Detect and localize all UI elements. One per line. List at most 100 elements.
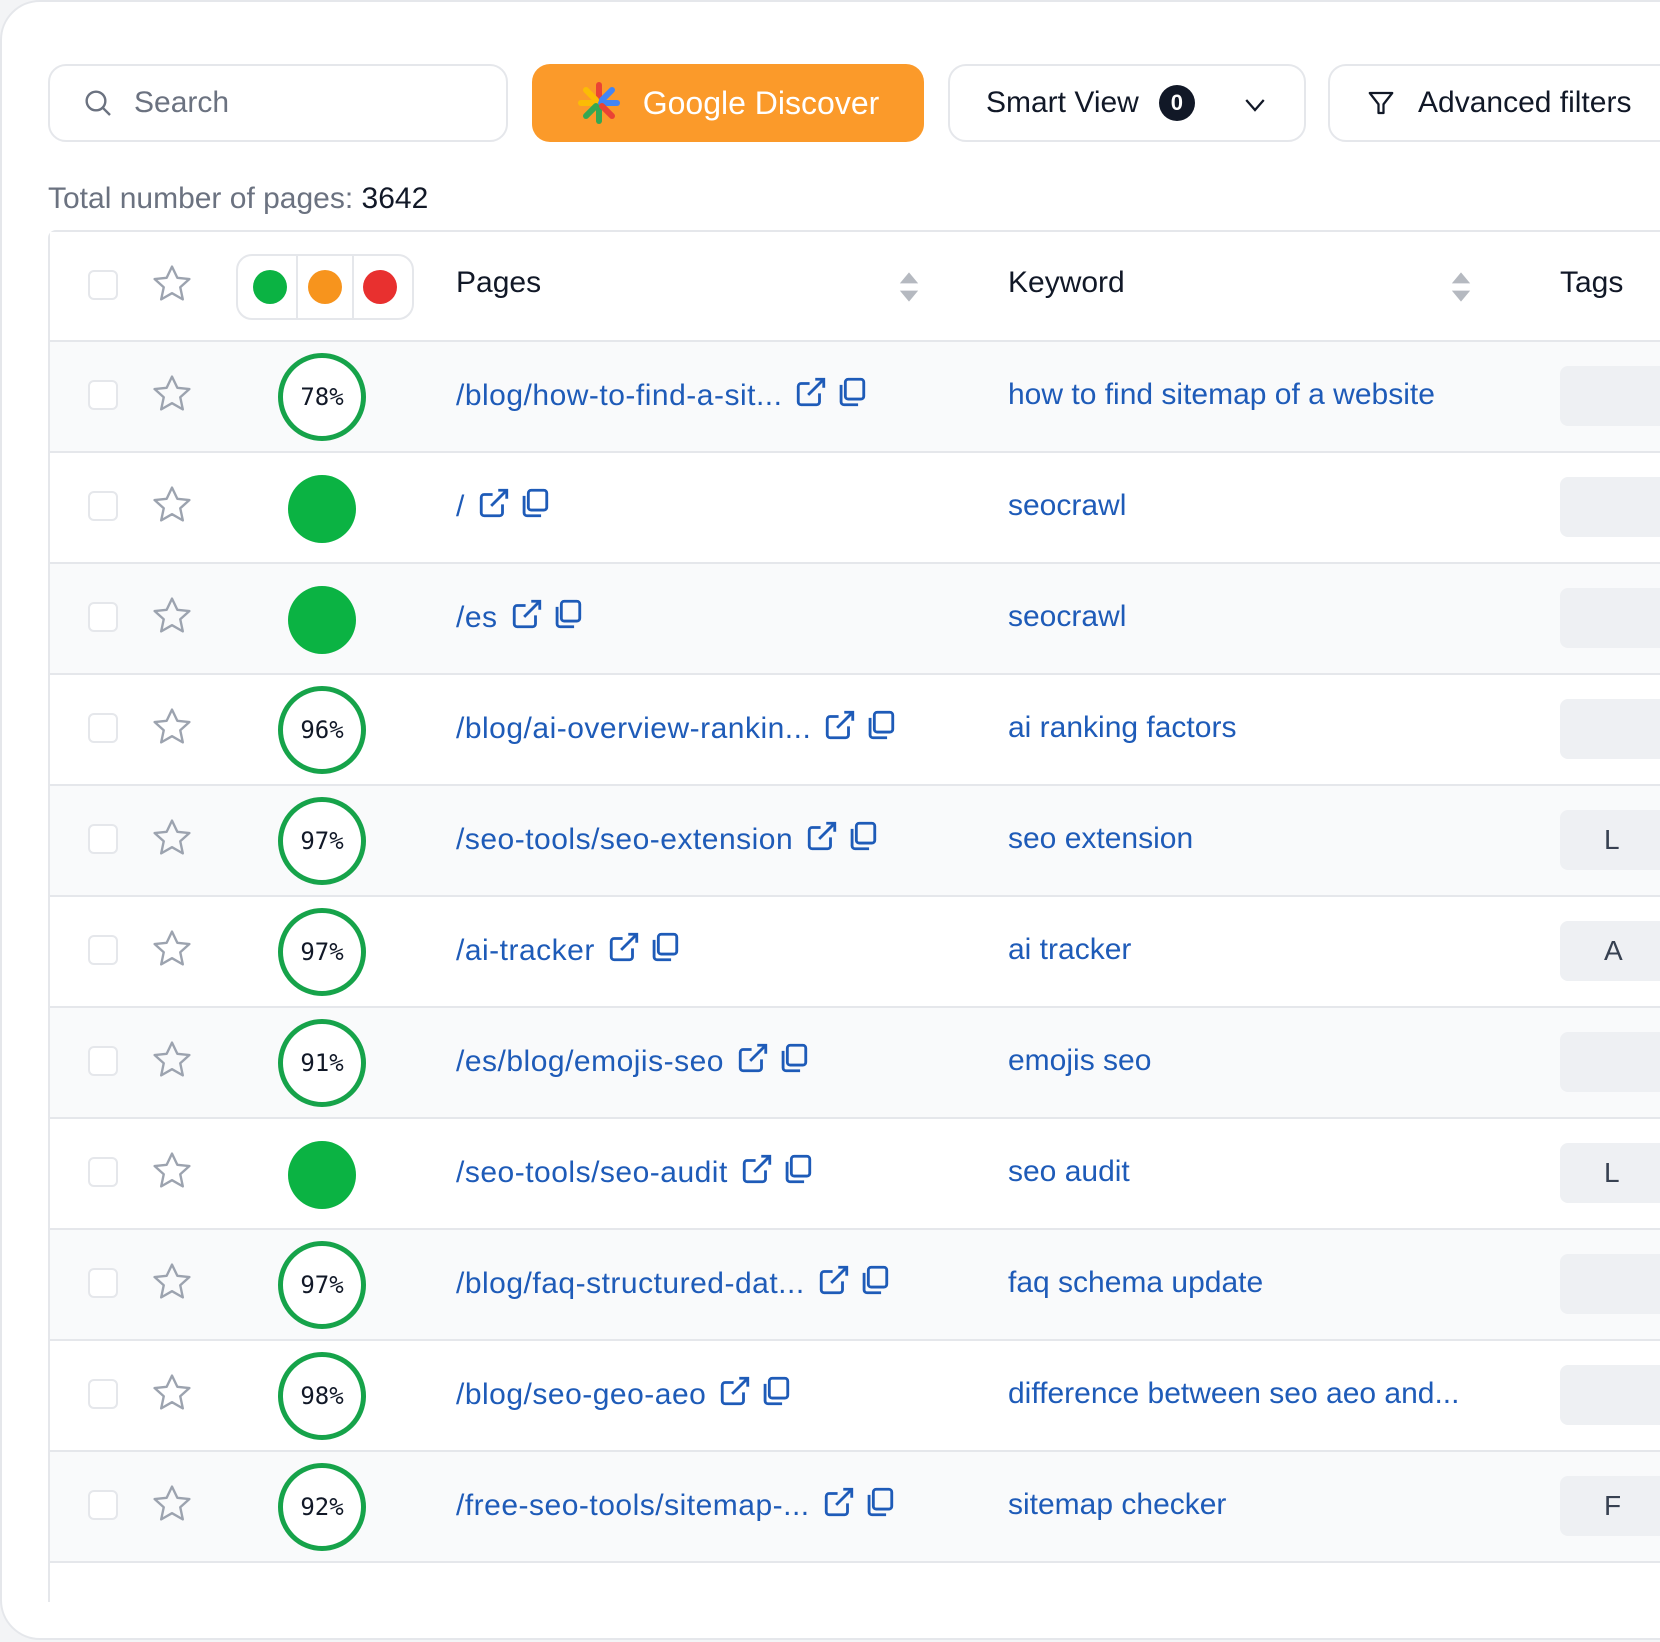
page-link[interactable]: / [456, 490, 465, 524]
page-link[interactable]: /ai-tracker [456, 934, 595, 968]
row-checkbox[interactable] [88, 1046, 118, 1076]
page-link[interactable]: /seo-tools/seo-extension [456, 823, 793, 857]
copy-icon[interactable] [857, 708, 897, 750]
row-checkbox[interactable] [88, 1379, 118, 1409]
copy-icon[interactable] [839, 819, 879, 861]
page-link[interactable]: /blog/how-to-find-a-sit... [456, 379, 782, 413]
star-icon[interactable] [150, 594, 194, 643]
page-link[interactable]: /blog/ai-overview-rankin... [456, 712, 811, 746]
keyword-link[interactable]: how to find sitemap of a website [1008, 378, 1435, 412]
table-row[interactable]: 97% /seo-tools/seo-extension seo extensi… [50, 786, 1660, 897]
page-link[interactable]: /es/blog/emojis-seo [456, 1045, 724, 1079]
sort-icon[interactable] [1450, 270, 1472, 304]
table-row[interactable]: 98% /blog/seo-geo-aeo difference between… [50, 1341, 1660, 1452]
copy-icon[interactable] [851, 1263, 891, 1305]
star-icon[interactable] [150, 816, 194, 865]
star-icon[interactable] [150, 1260, 194, 1309]
external-link-icon[interactable] [712, 1374, 752, 1416]
column-header-keyword[interactable]: Keyword [1008, 266, 1125, 300]
star-icon[interactable] [150, 483, 194, 532]
page-link[interactable]: /blog/seo-geo-aeo [456, 1378, 706, 1412]
status-good-filter[interactable] [252, 270, 287, 304]
tag-chip[interactable] [1560, 366, 1660, 426]
star-icon[interactable] [150, 927, 194, 976]
external-link-icon[interactable] [734, 1152, 774, 1194]
tag-chip[interactable] [1560, 1032, 1660, 1092]
tag-chip[interactable]: L [1560, 810, 1660, 870]
copy-icon[interactable] [641, 930, 681, 972]
table-row[interactable]: 91% /es/blog/emojis-seo emojis seo [50, 1008, 1660, 1119]
search-box[interactable] [48, 64, 508, 142]
smart-view-dropdown[interactable]: Smart View 0 [948, 64, 1306, 142]
star-icon[interactable] [150, 705, 194, 754]
star-icon[interactable] [150, 1371, 194, 1420]
table-row[interactable]: /es seocrawl [50, 564, 1660, 675]
keyword-link[interactable]: faq schema update [1008, 1266, 1263, 1300]
row-checkbox[interactable] [88, 491, 118, 521]
keyword-link[interactable]: difference between seo aeo and... [1008, 1377, 1459, 1411]
copy-icon[interactable] [828, 375, 868, 417]
table-row[interactable]: 92% /free-seo-tools/sitemap-... sitemap … [50, 1452, 1660, 1563]
table-row[interactable]: / seocrawl [50, 453, 1660, 564]
copy-icon[interactable] [544, 597, 584, 639]
tag-chip[interactable]: F [1560, 1476, 1660, 1536]
copy-icon[interactable] [752, 1374, 792, 1416]
row-checkbox[interactable] [88, 935, 118, 965]
copy-icon[interactable] [774, 1152, 814, 1194]
tag-chip[interactable] [1560, 1254, 1660, 1314]
tag-chip[interactable]: L [1560, 1143, 1660, 1203]
status-error-filter[interactable] [363, 270, 398, 304]
row-checkbox[interactable] [88, 1157, 118, 1187]
page-link[interactable]: /es [456, 601, 498, 635]
keyword-link[interactable]: seocrawl [1008, 600, 1126, 634]
select-all-checkbox[interactable] [88, 270, 118, 300]
keyword-link[interactable]: seo extension [1008, 822, 1193, 856]
row-checkbox[interactable] [88, 1490, 118, 1520]
table-row[interactable]: 96% /blog/ai-overview-rankin... ai ranki… [50, 675, 1660, 786]
table-row[interactable]: 97% /ai-tracker ai tracker A [50, 897, 1660, 1008]
page-link[interactable]: /free-seo-tools/sitemap-... [456, 1489, 810, 1523]
star-icon[interactable] [150, 262, 194, 306]
page-link[interactable]: /seo-tools/seo-audit [456, 1156, 728, 1190]
tag-chip[interactable] [1560, 477, 1660, 537]
keyword-link[interactable]: sitemap checker [1008, 1488, 1226, 1522]
keyword-link[interactable]: seo audit [1008, 1155, 1130, 1189]
star-icon[interactable] [150, 1038, 194, 1087]
row-checkbox[interactable] [88, 713, 118, 743]
external-link-icon[interactable] [788, 375, 828, 417]
google-discover-button[interactable]: Google Discover [532, 64, 924, 142]
tag-chip[interactable]: A [1560, 921, 1660, 981]
search-input[interactable] [132, 85, 496, 121]
copy-icon[interactable] [770, 1041, 810, 1083]
keyword-link[interactable]: seocrawl [1008, 489, 1126, 523]
status-warning-filter[interactable] [307, 270, 342, 304]
star-icon[interactable] [150, 372, 194, 421]
keyword-link[interactable]: ai ranking factors [1008, 711, 1236, 745]
star-icon[interactable] [150, 1482, 194, 1531]
row-checkbox[interactable] [88, 824, 118, 854]
column-header-pages[interactable]: Pages [456, 266, 541, 300]
row-checkbox[interactable] [88, 1268, 118, 1298]
external-link-icon[interactable] [816, 1485, 856, 1527]
table-row[interactable]: 97% /blog/faq-structured-dat... faq sche… [50, 1230, 1660, 1341]
keyword-link[interactable]: emojis seo [1008, 1044, 1151, 1078]
external-link-icon[interactable] [730, 1041, 770, 1083]
keyword-link[interactable]: ai tracker [1008, 933, 1131, 967]
column-header-tags[interactable]: Tags [1560, 266, 1623, 300]
copy-icon[interactable] [856, 1485, 896, 1527]
tag-chip[interactable] [1560, 1365, 1660, 1425]
external-link-icon[interactable] [799, 819, 839, 861]
sort-icon[interactable] [898, 270, 920, 304]
advanced-filters-button[interactable]: Advanced filters [1328, 64, 1660, 142]
row-checkbox[interactable] [88, 380, 118, 410]
external-link-icon[interactable] [817, 708, 857, 750]
row-checkbox[interactable] [88, 602, 118, 632]
external-link-icon[interactable] [471, 486, 511, 528]
table-row[interactable]: /seo-tools/seo-audit seo audit L [50, 1119, 1660, 1230]
table-row[interactable]: 78% /blog/how-to-find-a-sit... how to fi… [50, 342, 1660, 453]
copy-icon[interactable] [511, 486, 551, 528]
external-link-icon[interactable] [601, 930, 641, 972]
tag-chip[interactable] [1560, 699, 1660, 759]
external-link-icon[interactable] [811, 1263, 851, 1305]
page-link[interactable]: /blog/faq-structured-dat... [456, 1267, 805, 1301]
